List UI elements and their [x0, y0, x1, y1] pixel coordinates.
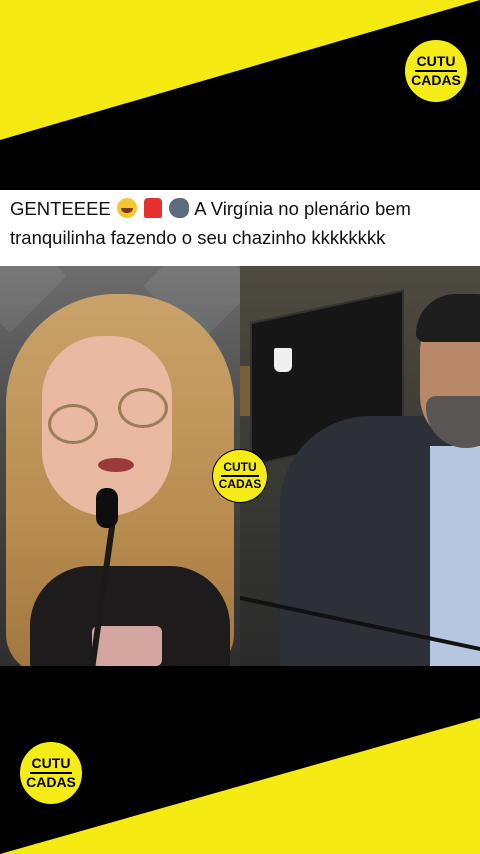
woman-mouth [98, 458, 134, 472]
glasses-left-lens [48, 404, 98, 444]
brand-line2: CADAS [218, 477, 262, 491]
brand-line1: CUTU [414, 54, 458, 72]
shirt-print [92, 626, 162, 666]
video-right-panel [240, 266, 480, 666]
post-caption: GENTEEEE A Virgínia no plenário bem tran… [0, 190, 480, 266]
man-shirt [430, 446, 480, 666]
brand-line2: CADAS [411, 72, 461, 88]
brand-logo-bottom: CUTU CADAS [18, 740, 84, 806]
cup-icon [274, 348, 292, 372]
brand-line1: CUTU [29, 756, 73, 774]
brand-logo-top: CUTU CADAS [403, 38, 469, 104]
brand-logo-watermark: CUTU CADAS [212, 449, 268, 503]
video-left-panel [0, 266, 240, 666]
glasses-right-lens [118, 388, 168, 428]
brand-line1: CUTU [221, 461, 259, 477]
microphone-icon [96, 488, 118, 528]
man-hair [416, 294, 480, 342]
caption-prefix: GENTEEEE [10, 198, 111, 219]
top-yellow-stripe [0, 0, 480, 140]
rolling-laughing-emoji-icon [116, 198, 137, 218]
speaking-head-emoji-icon [169, 198, 190, 218]
siren-emoji-icon [144, 198, 163, 218]
brand-line2: CADAS [26, 774, 76, 790]
